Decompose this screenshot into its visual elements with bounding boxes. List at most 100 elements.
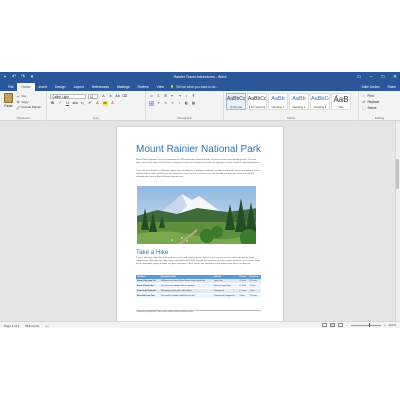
- style-preview: AaBb: [271, 96, 285, 102]
- status-right: – + 110%: [322, 323, 396, 327]
- align-right-icon[interactable]: ≡: [163, 101, 168, 106]
- vertical-scrollbar[interactable]: [395, 121, 400, 321]
- font-name-dropdown[interactable]: Calibri Light: [50, 94, 86, 99]
- document-title[interactable]: Mount Rainier National Park: [136, 144, 261, 155]
- tab-file[interactable]: File: [4, 83, 18, 91]
- editing-buttons: ⌕ Find ⇄ Replace ⬚ Select: [362, 93, 379, 111]
- shrink-font-icon[interactable]: a: [108, 94, 113, 99]
- hike-paragraph[interactable]: If you're planning a day hike in the par…: [136, 257, 260, 266]
- title-bar: ▪ ↶ ↷ ▾ Rainier Travel Adventures - Word…: [0, 72, 400, 83]
- group-label-paragraph: Paragraph: [177, 116, 192, 120]
- search-icon: ⌕: [362, 94, 365, 98]
- share-button[interactable]: Share: [387, 83, 396, 91]
- page-count[interactable]: Page 1 of 3: [4, 324, 19, 328]
- decrease-indent-icon[interactable]: ⇤: [170, 94, 175, 99]
- zoom-level[interactable]: 110%: [389, 323, 396, 327]
- tab-view[interactable]: View: [153, 83, 168, 91]
- superscript-button[interactable]: x²: [88, 101, 93, 106]
- justify-icon[interactable]: ≡: [170, 101, 175, 106]
- tab-layout[interactable]: Layout: [70, 83, 88, 91]
- table-cell[interactable]: 1-2 hours: [248, 293, 261, 300]
- styles-more-icon[interactable]: ▴ ▾ ⋯: [335, 93, 339, 110]
- style-heading-2[interactable]: AaBb Heading 2: [289, 93, 309, 110]
- replace-icon: ⇄: [362, 100, 366, 104]
- grow-font-icon[interactable]: A: [101, 94, 106, 99]
- select-button[interactable]: ⬚ Select: [362, 105, 379, 111]
- word-count[interactable]: 516 words: [25, 324, 39, 328]
- bullets-icon[interactable]: ≔: [149, 94, 154, 99]
- minimize-icon[interactable]: –: [368, 74, 374, 80]
- text-effects-icon[interactable]: A: [95, 101, 100, 106]
- table-cell[interactable]: Silver Falls Loop Trail: [136, 293, 160, 300]
- font-row-top: A a Aa ⌫: [101, 94, 127, 99]
- style-no-spacing[interactable]: AaBbCc ¶ No Spacing: [247, 93, 267, 110]
- style-heading-1[interactable]: AaBb Heading 1: [268, 93, 288, 110]
- style-name: Heading 1: [271, 105, 285, 109]
- table-row: Silver Falls Loop Trail Forest trail to a…: [136, 293, 261, 300]
- change-case-icon[interactable]: Aa: [115, 94, 120, 99]
- style-name: Heading 3: [313, 105, 327, 109]
- copy-icon: ⧉: [16, 100, 20, 105]
- italic-button[interactable]: I: [58, 101, 63, 106]
- print-layout-icon[interactable]: [330, 323, 336, 327]
- user-name[interactable]: Katie Jordan: [362, 83, 380, 91]
- section-heading[interactable]: Take a Hike: [136, 249, 168, 256]
- tab-insert[interactable]: Insert: [35, 83, 51, 91]
- window-title: Rainier Travel Adventures - Word: [173, 75, 227, 79]
- scroll-thumb[interactable]: [396, 159, 399, 189]
- status-left: Page 1 of 3 516 words 📖: [4, 324, 49, 328]
- format-painter-button[interactable]: 🖌 Format Painter: [16, 105, 41, 111]
- font-size-dropdown[interactable]: 11: [88, 94, 98, 99]
- align-center-icon[interactable]: ≡: [156, 101, 161, 106]
- strikethrough-button[interactable]: abc: [73, 101, 79, 106]
- intro-paragraph-1[interactable]: Mount Rainier National Park was establis…: [136, 159, 260, 165]
- tab-references[interactable]: References: [88, 83, 113, 91]
- zoom-slider-knob[interactable]: [368, 323, 371, 327]
- tell-me-box[interactable]: 💡 Tell me what you want to do...: [170, 85, 218, 90]
- read-mode-icon[interactable]: [322, 323, 328, 327]
- multilevel-list-icon[interactable]: ☰: [163, 94, 168, 99]
- table-cell[interactable]: Forest trail to a dramatic waterfall on …: [159, 293, 213, 300]
- font-color-icon[interactable]: A: [110, 101, 115, 106]
- style-normal[interactable]: AaBbCc ¶ Normal: [226, 93, 246, 110]
- table-cell[interactable]: Ohanapecosh Campground: [212, 293, 239, 300]
- web-layout-icon[interactable]: [338, 323, 344, 327]
- close-icon[interactable]: ✕: [392, 74, 398, 80]
- table-cell[interactable]: 3 miles: [238, 293, 249, 300]
- subscript-button[interactable]: x₂: [80, 101, 85, 106]
- paragraph-row-bottom: ≡ ≡ ≡ ≡ ↕ ◧ ▦: [149, 101, 196, 106]
- ribbon-display-icon[interactable]: ▭: [356, 74, 362, 80]
- tab-home[interactable]: Home: [17, 83, 35, 91]
- trails-table[interactable]: Trail Name Description of hike Trailhead Di…: [136, 275, 261, 300]
- highlight-color-icon[interactable]: ab: [102, 101, 108, 106]
- style-title[interactable]: AaB Title: [331, 93, 351, 110]
- select-icon: ⬚: [362, 106, 366, 110]
- mountain-photo[interactable]: [136, 185, 257, 245]
- zoom-slider[interactable]: [350, 323, 381, 327]
- sort-icon[interactable]: ↕: [184, 94, 189, 99]
- borders-icon[interactable]: ▦: [191, 101, 196, 106]
- numbering-icon[interactable]: ⒈: [156, 94, 161, 99]
- tab-design[interactable]: Design: [51, 83, 70, 91]
- proofing-icon[interactable]: 📖: [45, 324, 49, 328]
- style-heading-3[interactable]: AaBbCc Heading 3: [310, 93, 330, 110]
- line-spacing-icon[interactable]: ↕: [177, 101, 182, 106]
- maximize-icon[interactable]: □: [380, 74, 386, 80]
- intro-paragraph-2[interactable]: Come Discover Rainier's 1,000-plus squar…: [136, 170, 260, 179]
- align-left-icon[interactable]: ≡: [149, 101, 154, 106]
- document-page[interactable]: Mount Rainier National Park Mount Rainie…: [117, 127, 283, 321]
- clear-formatting-icon[interactable]: ⌫: [122, 94, 127, 99]
- tab-mailings[interactable]: Mailings: [113, 83, 133, 91]
- zoom-out-icon[interactable]: –: [346, 323, 348, 327]
- style-name: ¶ No Spacing: [248, 105, 266, 109]
- show-marks-icon[interactable]: ¶: [191, 94, 196, 99]
- increase-indent-icon[interactable]: ⇥: [177, 94, 182, 99]
- tab-review[interactable]: Review: [134, 83, 153, 91]
- shading-icon[interactable]: ◧: [184, 101, 189, 106]
- zoom-in-icon[interactable]: +: [384, 323, 386, 327]
- document-canvas[interactable]: Mount Rainier National Park Mount Rainie…: [0, 121, 400, 321]
- bold-button[interactable]: B: [50, 101, 55, 106]
- footnote[interactable]: ¹ Distances are approximate. Check curre…: [136, 310, 261, 313]
- paste-button[interactable]: Paste: [3, 93, 14, 108]
- underline-button[interactable]: U: [65, 101, 70, 106]
